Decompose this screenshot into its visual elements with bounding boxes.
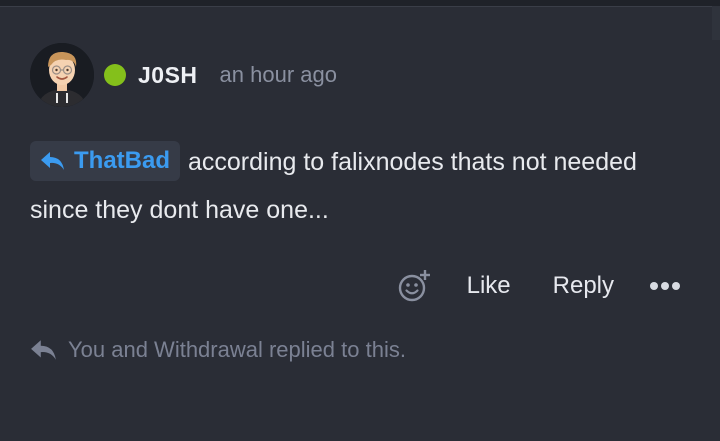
- reply-mention[interactable]: ThatBad: [30, 141, 180, 182]
- cartoon-avatar-icon: [30, 43, 94, 107]
- dot: [650, 282, 658, 290]
- avatar[interactable]: [30, 43, 94, 107]
- reply-button[interactable]: Reply: [553, 272, 614, 300]
- reply-arrow-icon: [31, 340, 56, 360]
- comment-post: J0SH an hour ago ThatBad according to fa…: [30, 40, 690, 430]
- online-status-dot: [104, 64, 126, 86]
- replies-summary-text: You and Withdrawal replied to this.: [68, 337, 406, 362]
- more-options-icon[interactable]: [650, 282, 680, 290]
- replies-summary[interactable]: You and Withdrawal replied to this.: [30, 332, 406, 368]
- top-bar: [0, 0, 720, 7]
- reply-arrow-icon: [41, 152, 64, 171]
- mention-username: ThatBad: [74, 147, 170, 175]
- post-body: ThatBad according to falixnodes thats no…: [30, 138, 670, 234]
- dot: [661, 282, 669, 290]
- add-reaction-button[interactable]: [397, 269, 431, 303]
- post-timestamp[interactable]: an hour ago: [220, 62, 337, 88]
- author-name[interactable]: J0SH: [138, 62, 198, 89]
- dot: [672, 282, 680, 290]
- add-reaction-icon: [398, 270, 430, 302]
- like-button[interactable]: Like: [467, 272, 511, 300]
- post-actions: Like Reply: [397, 264, 680, 308]
- post-header: J0SH an hour ago: [30, 40, 337, 110]
- scrollbar[interactable]: [712, 6, 720, 40]
